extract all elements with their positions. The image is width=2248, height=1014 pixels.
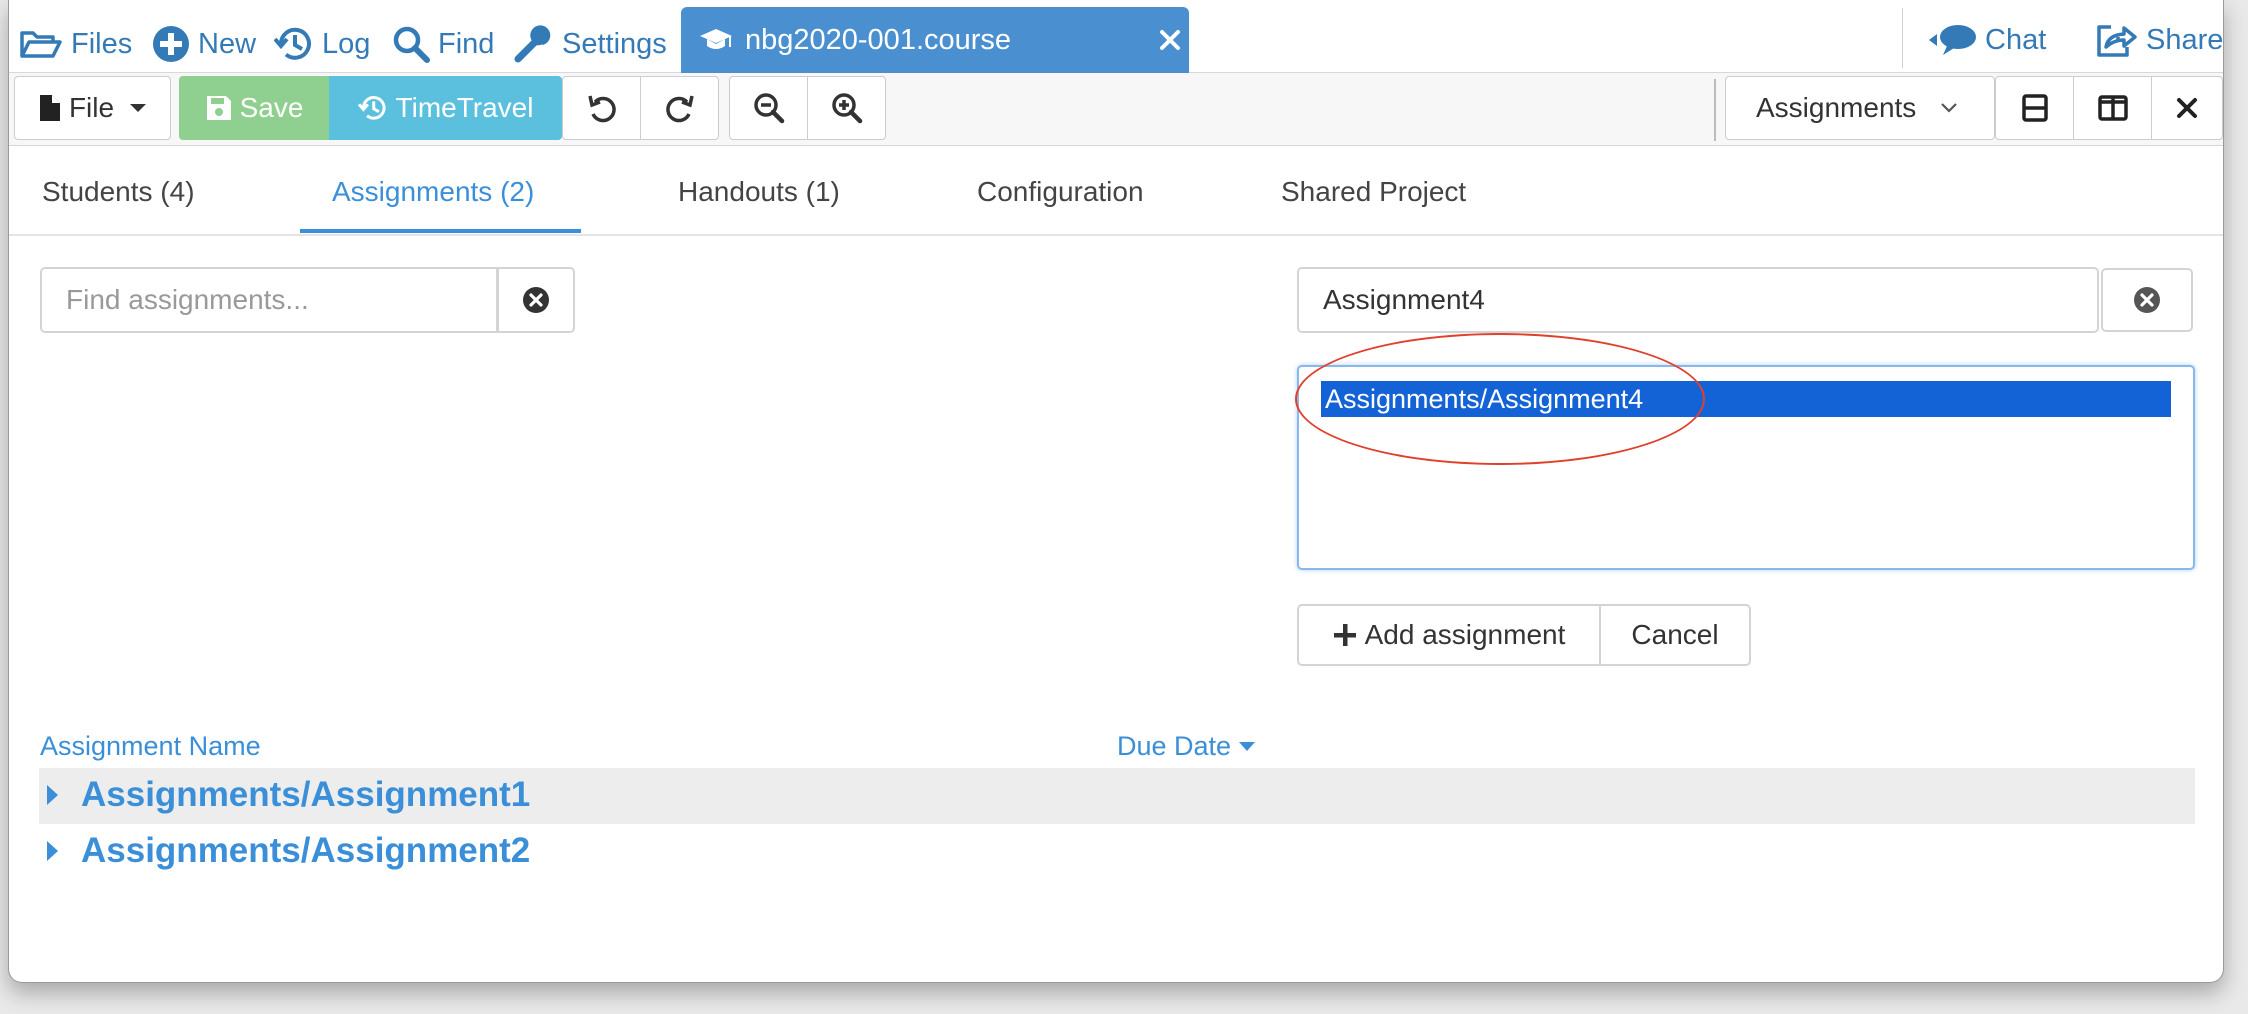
file-menu-label: File [68, 92, 115, 123]
expand-caret-icon[interactable] [47, 841, 58, 861]
cancel-button[interactable]: Cancel [1599, 604, 1751, 666]
zoom-in-button[interactable] [807, 76, 886, 140]
column-header-due-label: Due Date [1117, 731, 1232, 761]
column-header-name[interactable]: Assignment Name [40, 731, 261, 762]
split-vertical-button[interactable] [2073, 76, 2152, 140]
sort-caret-icon [1239, 742, 1256, 751]
undo-icon [586, 92, 618, 124]
zoom-in-icon [831, 92, 863, 124]
course-tabs: Students (4) Assignments (2) Handouts (1… [9, 146, 2223, 236]
zoom-out-icon [753, 92, 785, 124]
floppy-disk-icon [206, 95, 232, 121]
search-icon [392, 25, 430, 63]
split-vertical-icon [2097, 95, 2128, 121]
timetravel-label: TimeTravel [395, 92, 534, 123]
assignment-name-input[interactable] [1297, 267, 2099, 333]
history-icon [274, 25, 314, 63]
annotation-circle [1295, 333, 1705, 465]
nav-find[interactable]: Find [392, 22, 494, 66]
nav-log[interactable]: Log [274, 22, 370, 66]
nav-settings-label: Settings [562, 27, 667, 60]
plus-icon [1333, 623, 1357, 647]
close-tab-icon[interactable] [1159, 29, 1181, 51]
add-assignment-label: Add assignment [1364, 619, 1566, 650]
nav-files[interactable]: Files [19, 22, 132, 66]
redo-icon [664, 92, 696, 124]
chat-bubble-icon [1927, 22, 1977, 58]
save-label: Save [239, 92, 304, 123]
nav-share[interactable]: Share [2094, 18, 2223, 62]
graduation-cap-icon [699, 27, 733, 53]
history-icon [357, 94, 388, 122]
app-window: Files New Log Find Settings nbg2020-001.… [8, 0, 2224, 983]
add-assignment-button[interactable]: Add assignment [1297, 604, 1601, 666]
share-icon [2094, 21, 2138, 59]
clear-circle-icon [2133, 286, 2161, 314]
clear-circle-icon [522, 286, 550, 314]
top-nav: Files New Log Find Settings nbg2020-001.… [9, 0, 2223, 74]
toolbar-divider [1714, 79, 1716, 141]
tab-shared-project[interactable]: Shared Project [1281, 176, 1466, 208]
timetravel-button[interactable]: TimeTravel [329, 76, 562, 140]
assignment-name: Assignments/Assignment2 [81, 831, 531, 870]
chevron-down-icon [1940, 102, 1958, 114]
tab-assignments[interactable]: Assignments (2) [332, 176, 534, 208]
search-input[interactable] [40, 267, 498, 333]
nav-files-label: Files [71, 27, 133, 60]
chevron-down-icon [130, 104, 147, 112]
view-select-label: Assignments [1756, 92, 1917, 123]
file-tab-label: nbg2020-001.course [745, 23, 1012, 56]
save-button[interactable]: Save [179, 76, 330, 140]
column-header-name-label: Assignment Name [40, 731, 261, 761]
close-frame-button[interactable] [2151, 76, 2223, 140]
nav-divider [1902, 8, 1903, 68]
folder-open-icon [19, 28, 63, 60]
redo-button[interactable] [640, 76, 719, 140]
active-tab-indicator [300, 229, 581, 233]
file-menu-button[interactable]: File [14, 76, 171, 140]
nav-chat-label: Chat [1985, 23, 2047, 56]
tab-handouts[interactable]: Handouts (1) [678, 176, 840, 208]
nav-log-label: Log [322, 27, 371, 60]
zoom-out-button[interactable] [729, 76, 808, 140]
toolbar: File Save TimeTravel Assignments [9, 73, 2223, 146]
column-header-due-date[interactable]: Due Date [1117, 731, 1256, 762]
split-horizontal-icon [2021, 94, 2048, 122]
file-tab[interactable]: nbg2020-001.course [681, 7, 1189, 73]
nav-find-label: Find [438, 27, 495, 60]
assignment-name: Assignments/Assignment1 [81, 775, 531, 814]
undo-button[interactable] [562, 76, 641, 140]
close-icon [2176, 97, 2198, 119]
clear-search-button[interactable] [497, 267, 575, 333]
nav-settings[interactable]: Settings [514, 22, 667, 66]
table-row[interactable]: Assignments/Assignment1 [39, 768, 2195, 824]
nav-share-label: Share [2146, 23, 2224, 56]
view-select[interactable]: Assignments [1725, 76, 1995, 140]
split-horizontal-button[interactable] [1995, 76, 2074, 140]
nav-new[interactable]: New [152, 22, 256, 66]
nav-chat[interactable]: Chat [1927, 18, 2046, 62]
nav-new-label: New [198, 27, 257, 60]
plus-circle-icon [152, 25, 190, 63]
tab-students[interactable]: Students (4) [42, 176, 195, 208]
wrench-icon [514, 25, 554, 63]
clear-name-button[interactable] [2101, 268, 2193, 332]
table-row[interactable]: Assignments/Assignment2 [39, 824, 2195, 880]
file-icon [39, 94, 61, 122]
expand-caret-icon[interactable] [47, 785, 58, 805]
tab-configuration[interactable]: Configuration [977, 176, 1144, 208]
